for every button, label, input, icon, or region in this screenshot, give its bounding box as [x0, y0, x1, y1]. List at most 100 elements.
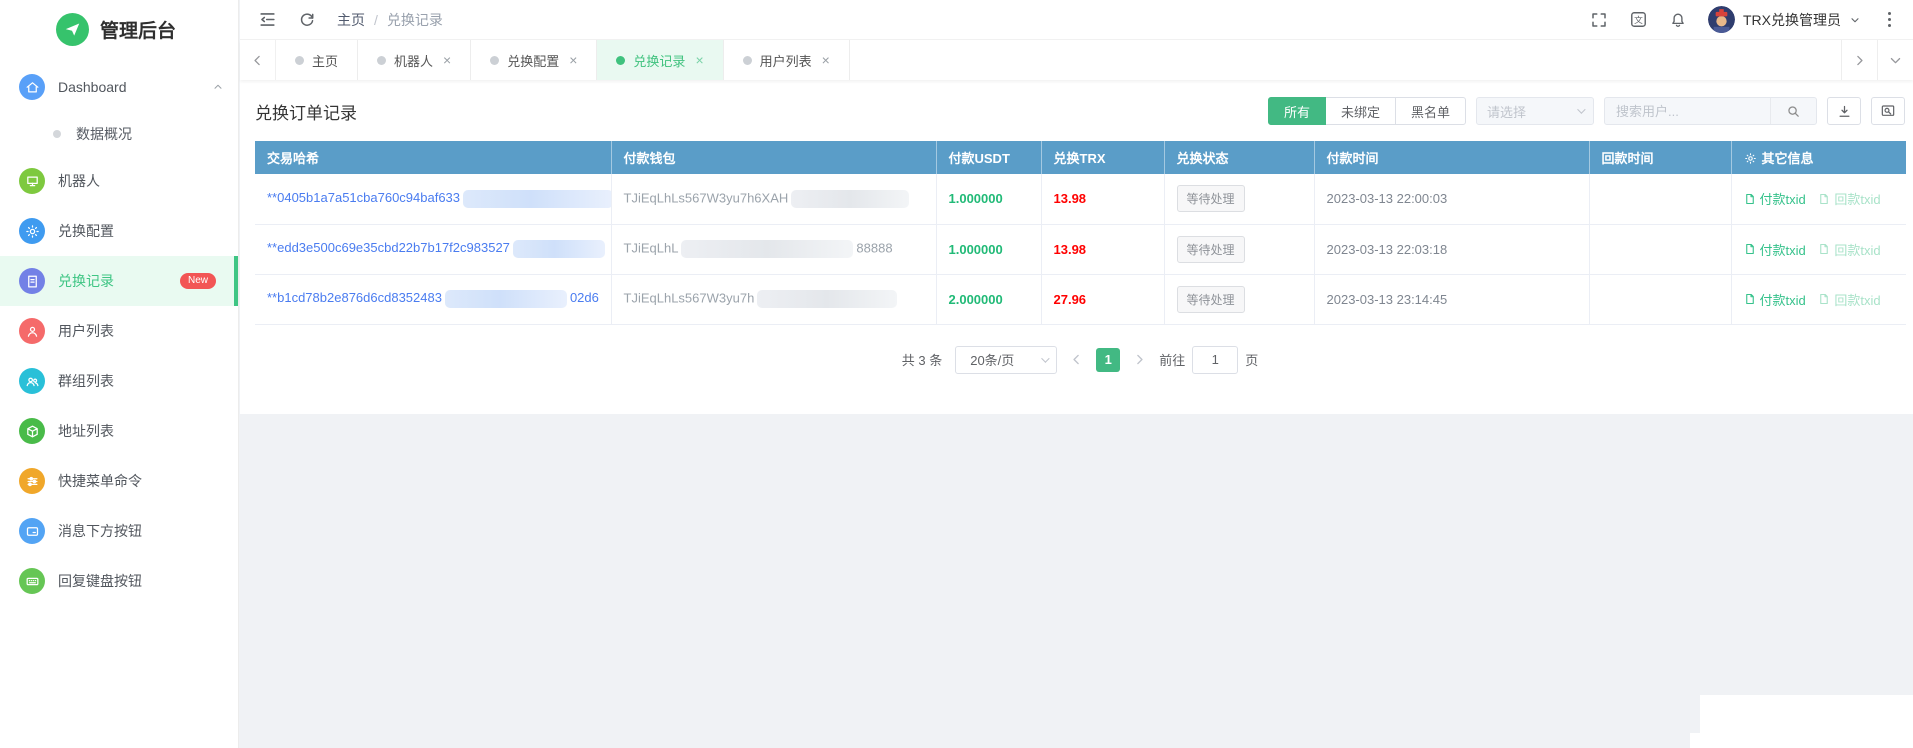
sidebar-item[interactable]: 地址列表 [0, 406, 238, 456]
pagination: 共 3 条 20条/页 1 前往 页 [255, 346, 1905, 374]
menu-fold-icon[interactable] [258, 10, 277, 29]
group-icon [19, 368, 45, 394]
redaction-blur [791, 190, 909, 208]
back-time [1589, 174, 1731, 224]
tabs-more-icon[interactable] [1877, 40, 1913, 80]
sidebar-item[interactable]: 快捷菜单命令 [0, 456, 238, 506]
table-row: **0405b1a7a51cba760c94baf633 TJiEqLhLs56… [255, 174, 1906, 224]
tab-dot-icon [743, 56, 752, 65]
tx-hash-link[interactable]: **b1cd78b2e876d6cd835248302d6 [267, 290, 599, 305]
sidebar-subitem[interactable]: 数据概况 [0, 112, 238, 156]
sidebar-item[interactable]: 用户列表 [0, 306, 238, 356]
filter-segment-button[interactable]: 黑名单 [1395, 97, 1466, 125]
redaction-blur [513, 240, 605, 258]
sidebar-subitem-label: 数据概况 [76, 124, 132, 144]
status-tag: 等待处理 [1177, 236, 1245, 263]
tabs-scroll-right-icon[interactable] [1841, 40, 1877, 80]
usdt-amount: 1.000000 [936, 224, 1041, 274]
corner-overlay [1700, 695, 1913, 748]
goto-page-input[interactable] [1192, 346, 1238, 374]
bell-icon[interactable] [1669, 11, 1687, 29]
filter-select[interactable]: 请选择 [1476, 97, 1594, 125]
language-icon[interactable]: 文 [1629, 10, 1648, 29]
download-button[interactable] [1827, 97, 1861, 125]
back-time [1589, 274, 1731, 324]
close-icon[interactable]: × [443, 52, 451, 68]
sidebar: 管理后台 Dashboard 数据概况 机器人 兑换配置 兑换记录New 用户列… [0, 0, 239, 748]
sidebar-item[interactable]: 机器人 [0, 156, 238, 206]
svg-text:文: 文 [1634, 14, 1643, 25]
tab[interactable]: 主页 [276, 40, 358, 80]
corner-overlay [1690, 733, 1700, 748]
wallet-cell: TJiEqLhLs567W3yu7h [611, 274, 936, 324]
next-page-icon[interactable] [1133, 353, 1146, 366]
close-icon[interactable]: × [569, 52, 577, 68]
sidebar-item-label: 地址列表 [58, 421, 114, 441]
tab[interactable]: 机器人 × [358, 40, 471, 80]
sidebar-item[interactable]: Dashboard [0, 62, 238, 112]
sidebar-item-label: 兑换记录 [58, 271, 114, 291]
breadcrumb-home[interactable]: 主页 [337, 10, 365, 30]
usdt-amount: 2.000000 [936, 274, 1041, 324]
sidebar-item[interactable]: 回复键盘按钮 [0, 556, 238, 606]
pay-txid-link[interactable]: 付款txid [1744, 290, 1806, 309]
tabs-scroll-left-icon[interactable] [240, 40, 276, 80]
back-txid-link[interactable]: 回款txid [1818, 189, 1880, 208]
pay-txid-link[interactable]: 付款txid [1744, 189, 1806, 208]
prev-page-icon[interactable] [1070, 353, 1083, 366]
tx-hash-link[interactable]: **0405b1a7a51cba760c94baf633 [267, 190, 611, 205]
app-title: 管理后台 [100, 16, 176, 43]
column-header: 兑换状态 [1164, 141, 1314, 174]
tab-bar: 主页 机器人 × 兑换配置 × 兑换记录 × 用户列表 × [240, 40, 1913, 80]
redaction-blur [463, 190, 611, 208]
close-icon[interactable]: × [822, 52, 830, 68]
goto-label: 前往 [1159, 350, 1185, 369]
filter-segment-button[interactable]: 未绑定 [1325, 97, 1396, 125]
filter-segment-button[interactable]: 所有 [1268, 97, 1326, 125]
current-page[interactable]: 1 [1096, 348, 1120, 372]
sidebar-item-label: 机器人 [58, 171, 100, 191]
pay-txid-link[interactable]: 付款txid [1744, 240, 1806, 259]
tab-label: 兑换记录 [633, 51, 685, 70]
redaction-blur [757, 290, 897, 308]
page-title: 兑换订单记录 [255, 99, 357, 124]
tx-hash-link[interactable]: **edd3e500c69e35cbd22b7b17f2c983527 [267, 240, 608, 255]
more-menu-icon[interactable] [1882, 10, 1897, 29]
tab-dot-icon [490, 56, 499, 65]
table-header-row: 交易哈希付款钱包付款USDT兑换TRX兑换状态付款时间回款时间其它信息 [255, 141, 1906, 174]
page-size-select[interactable]: 20条/页 [955, 346, 1057, 374]
tab[interactable]: 兑换配置 × [471, 40, 597, 80]
export-preview-button[interactable] [1871, 97, 1905, 125]
search-input[interactable] [1605, 98, 1770, 124]
close-icon[interactable]: × [695, 52, 703, 68]
refresh-icon[interactable] [298, 11, 316, 29]
chevron-down-icon [1577, 105, 1585, 113]
tab[interactable]: 兑换记录 × [597, 40, 723, 80]
tab-dot-icon [616, 56, 625, 65]
fullscreen-icon[interactable] [1590, 11, 1608, 29]
paper-plane-logo-icon [56, 13, 89, 46]
sliders-icon [19, 468, 45, 494]
gear-icon [19, 218, 45, 244]
sidebar-item[interactable]: 消息下方按钮 [0, 506, 238, 556]
sidebar-item-label: 消息下方按钮 [58, 521, 142, 541]
back-txid-link[interactable]: 回款txid [1818, 290, 1880, 309]
breadcrumb-separator: / [374, 12, 378, 28]
back-time [1589, 224, 1731, 274]
user-menu[interactable]: TRX兑换管理员 [1708, 6, 1861, 33]
tab[interactable]: 用户列表 × [724, 40, 850, 80]
robot-icon [19, 168, 45, 194]
top-navbar: 主页 / 兑换记录 文 TRX兑换管理员 [240, 0, 1913, 40]
list-icon [19, 268, 45, 294]
sidebar-item[interactable]: 群组列表 [0, 356, 238, 406]
usdt-amount: 1.000000 [936, 174, 1041, 224]
search-icon[interactable] [1770, 98, 1816, 124]
back-txid-link[interactable]: 回款txid [1818, 240, 1880, 259]
total-count: 共 3 条 [902, 350, 942, 369]
tab-dot-icon [377, 56, 386, 65]
orders-table: 交易哈希付款钱包付款USDT兑换TRX兑换状态付款时间回款时间其它信息 **04… [255, 141, 1906, 325]
chevron-down-icon [1041, 354, 1049, 362]
sidebar-item[interactable]: 兑换配置 [0, 206, 238, 256]
avatar [1708, 6, 1735, 33]
sidebar-item[interactable]: 兑换记录New [0, 256, 238, 306]
